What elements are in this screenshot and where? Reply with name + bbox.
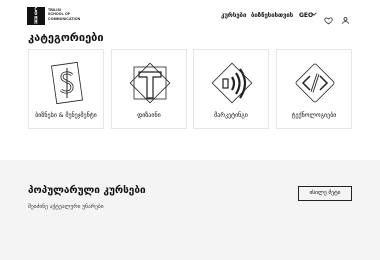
nav-business-link[interactable]: ბიზნესისთვის — [251, 12, 293, 19]
logo-text-line: COMMUNICATION — [48, 16, 81, 21]
category-label: ტექნოლოგიები — [291, 112, 337, 119]
logo-letter: M — [34, 19, 38, 26]
category-card-design[interactable]: დიზაინი — [111, 49, 187, 129]
chevron-down-icon[interactable] — [311, 11, 317, 19]
heart-icon[interactable] — [324, 10, 333, 25]
code-slash-icon — [295, 63, 335, 103]
category-label: დიზაინი — [137, 112, 161, 119]
user-icon[interactable] — [341, 10, 350, 24]
site-header: C O M M TBILISI SCHOOL OF COMMUNICATION … — [0, 0, 380, 32]
see-more-button[interactable]: ისილე მეტი — [298, 186, 352, 201]
category-card-business[interactable]: ბიზნესი & მენეჯმენტი — [28, 49, 104, 129]
nav-courses-link[interactable]: კურსები — [221, 12, 246, 19]
categories-title: კატეგორიები — [28, 31, 104, 44]
category-label: მარკეტინგი — [214, 112, 248, 119]
popular-courses-title: პოპულარული კურსები — [28, 185, 146, 196]
category-card-technology[interactable]: ტექნოლოგიები — [276, 49, 352, 129]
popular-courses-section — [0, 160, 380, 260]
category-card-marketing[interactable]: მარკეტინგი — [193, 49, 269, 129]
logo-wordmark[interactable]: TBILISI SCHOOL OF COMMUNICATION — [48, 8, 80, 21]
comm-logo[interactable]: C O M M — [27, 7, 45, 26]
broadcast-icon — [211, 62, 253, 104]
popular-courses-subtitle: შეიძინე აქტუალური უნარები — [28, 204, 104, 210]
letter-t-icon — [129, 62, 171, 104]
category-label: ბიზნესი & მენეჯმენტი — [35, 112, 97, 119]
dollar-sign-icon — [51, 61, 83, 105]
